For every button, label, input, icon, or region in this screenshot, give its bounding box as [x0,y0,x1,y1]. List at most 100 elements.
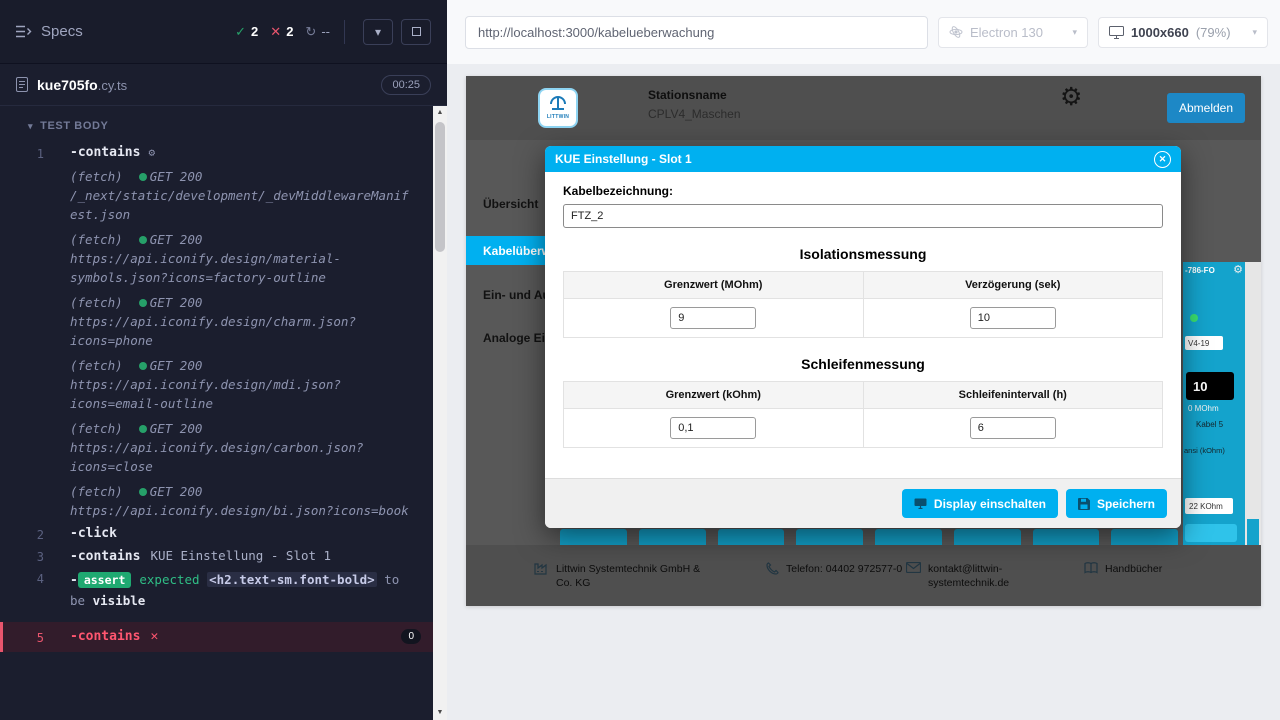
command-row-contains-2[interactable]: 3 -containsKUE Einstellung - Slot 1 [0,545,433,567]
slot-card-gear-icon[interactable]: ⚙ [1233,263,1243,276]
logo-mark-icon [548,96,568,114]
command-row-contains-1[interactable]: 1 -contains⚙ [0,142,433,164]
loop-interval-input[interactable] [970,417,1056,439]
viewport-zoom: (79%) [1196,25,1231,40]
command-name: -contains⚙ [70,145,155,160]
save-floppy-icon [1078,498,1090,510]
footer-company: Littwin Systemtechnik GmbH & Co. KG [534,562,706,590]
slot-value-display: 10 [1186,372,1234,400]
command-name: -containsKUE Einstellung - Slot 1 [70,548,331,564]
line-number: 4 [0,570,70,586]
reporter-header: Specs ✓2 ✕2 ↻-- ▾ [0,0,447,64]
url-bar[interactable] [465,16,928,49]
specs-label: Specs [41,23,83,40]
slot-cable-name: Kabel 5 [1196,420,1223,429]
footer-manuals[interactable]: Handbücher [1084,562,1162,576]
network-log-row[interactable]: (fetch)GET 200 https://api.iconify.desig… [0,227,433,290]
modal-footer: Display einschalten Speichern [545,478,1181,528]
spec-duration-badge: 00:25 [381,75,431,95]
scroll-down-icon[interactable]: ▼ [437,708,444,718]
kue-settings-modal: KUE Einstellung - Slot 1 ✕ Kabelbezeichn… [545,146,1181,528]
stop-button[interactable] [401,19,431,45]
fetch-entry: (fetch)GET 200 https://api.iconify.desig… [70,230,412,287]
fetch-entry: (fetch)GET 200 https://api.iconify.desig… [70,419,412,476]
spec-extension: .cy.ts [98,78,127,93]
fetch-status: GET 200 [150,169,203,184]
fetch-entry: (fetch)GET 200 /_next/static/development… [70,167,412,224]
assert-selector: <h2.text-sm.font-bold> [207,572,377,587]
chevron-down-icon: ▾ [1252,27,1257,38]
app-right-edge [1245,262,1261,545]
display-icon [914,498,927,509]
scroll-up-icon[interactable]: ▲ [437,108,444,118]
collapse-button[interactable]: ▾ [363,19,393,45]
slot-button[interactable] [560,529,627,545]
fetch-url: https://api.iconify.design/charm.json?ic… [70,312,412,350]
chevron-down-icon: ▾ [1072,27,1077,38]
cable-name-input[interactable] [563,204,1163,228]
section-chevron-icon: ▾ [28,121,33,132]
viewport-selector[interactable]: 1000x660 (79%) ▾ [1098,17,1268,48]
passed-icon: ✓ [235,24,246,40]
url-input[interactable] [470,25,923,40]
browser-selector[interactable]: Electron 130 ▾ [938,17,1088,48]
network-log-row[interactable]: (fetch)GET 200 https://api.iconify.desig… [0,416,433,479]
footer-phone: Telefon: 04402 972577-0 [766,562,902,576]
assert-expected: expected [139,572,199,587]
isolation-limit-input[interactable] [670,307,756,329]
fetch-entry: (fetch)GET 200 https://api.iconify.desig… [70,356,412,413]
slot-button[interactable] [639,529,706,545]
scrollbar-thumb[interactable] [435,122,445,252]
nav-item-analog[interactable]: Analoge Ei [483,331,545,345]
test-body-section[interactable]: ▾ TEST BODY [0,114,433,142]
slot-resistance-value: 22 KOhm [1185,498,1233,514]
modal-close-button[interactable]: ✕ [1154,151,1171,168]
loop-limit-input[interactable] [670,417,756,439]
slot-button[interactable] [718,529,785,545]
slot-buttons-row [560,529,1178,545]
chevron-down-icon: ▾ [375,25,381,39]
slot-button[interactable] [1033,529,1100,545]
loop-interval-header: Schleifenintervall (h) [863,382,1163,409]
station-name: CPLV4_Maschen [648,107,741,121]
pending-icon: ↻ [305,24,316,40]
fetch-entry: (fetch)GET 200 https://api.iconify.desig… [70,293,412,350]
slot-card-partial: -786-FO ⚙ V4-19 10 0 MOhm Kabel 5 ansi (… [1183,262,1245,545]
network-log-row[interactable]: (fetch)GET 200 https://api.iconify.desig… [0,479,433,523]
nav-item-overview[interactable]: Übersicht [483,197,538,211]
network-log-row[interactable]: (fetch)GET 200 https://api.iconify.desig… [0,290,433,353]
reporter-scrollbar[interactable]: ▲ ▼ [433,106,447,720]
save-button[interactable]: Speichern [1066,489,1167,518]
line-number: 1 [0,145,70,161]
slot-button[interactable] [1111,529,1178,545]
status-ok-dot [139,173,147,181]
slot-button[interactable] [796,529,863,545]
slot-button-partial[interactable] [1185,524,1237,542]
loop-table: Grenzwert (kOhm) Schleifenintervall (h) [563,381,1163,448]
isolation-delay-input[interactable] [970,307,1056,329]
command-row-click[interactable]: 2 -click [0,523,433,545]
slot-button[interactable] [954,529,1021,545]
settings-gear-icon[interactable]: ⚙ [1060,82,1082,112]
command-log: ▾ TEST BODY 1 -contains⚙ (fetch)GET 200 … [0,106,433,720]
fetch-url: https://api.iconify.design/mdi.json?icon… [70,375,412,413]
app-footer: Littwin Systemtechnik GmbH & Co. KG Tele… [466,545,1261,606]
command-row-contains-failed[interactable]: 5 -contains✕ 0 [0,622,433,652]
pending-count: -- [321,24,330,39]
network-log-row[interactable]: (fetch)GET 200 https://api.iconify.desig… [0,353,433,416]
display-on-button[interactable]: Display einschalten [902,489,1058,518]
header-divider [344,20,345,44]
browser-name: Electron 130 [970,25,1043,40]
fetch-status: GET 200 [150,232,203,247]
command-name: -click [70,526,117,541]
spec-file-row[interactable]: kue705fo.cy.ts 00:25 [0,64,447,106]
passed-count: 2 [251,24,258,39]
test-stats: ✓2 ✕2 ↻-- [235,24,330,40]
slot-button[interactable] [875,529,942,545]
specs-menu[interactable]: Specs [16,23,83,40]
nav-item-io[interactable]: Ein- und Au [483,288,550,302]
line-number: 3 [0,548,70,564]
logout-button[interactable]: Abmelden [1167,93,1245,123]
network-log-row[interactable]: (fetch)GET 200 /_next/static/development… [0,164,433,227]
command-row-assert[interactable]: 4 -assertexpected <h2.text-sm.font-bold>… [0,567,433,614]
